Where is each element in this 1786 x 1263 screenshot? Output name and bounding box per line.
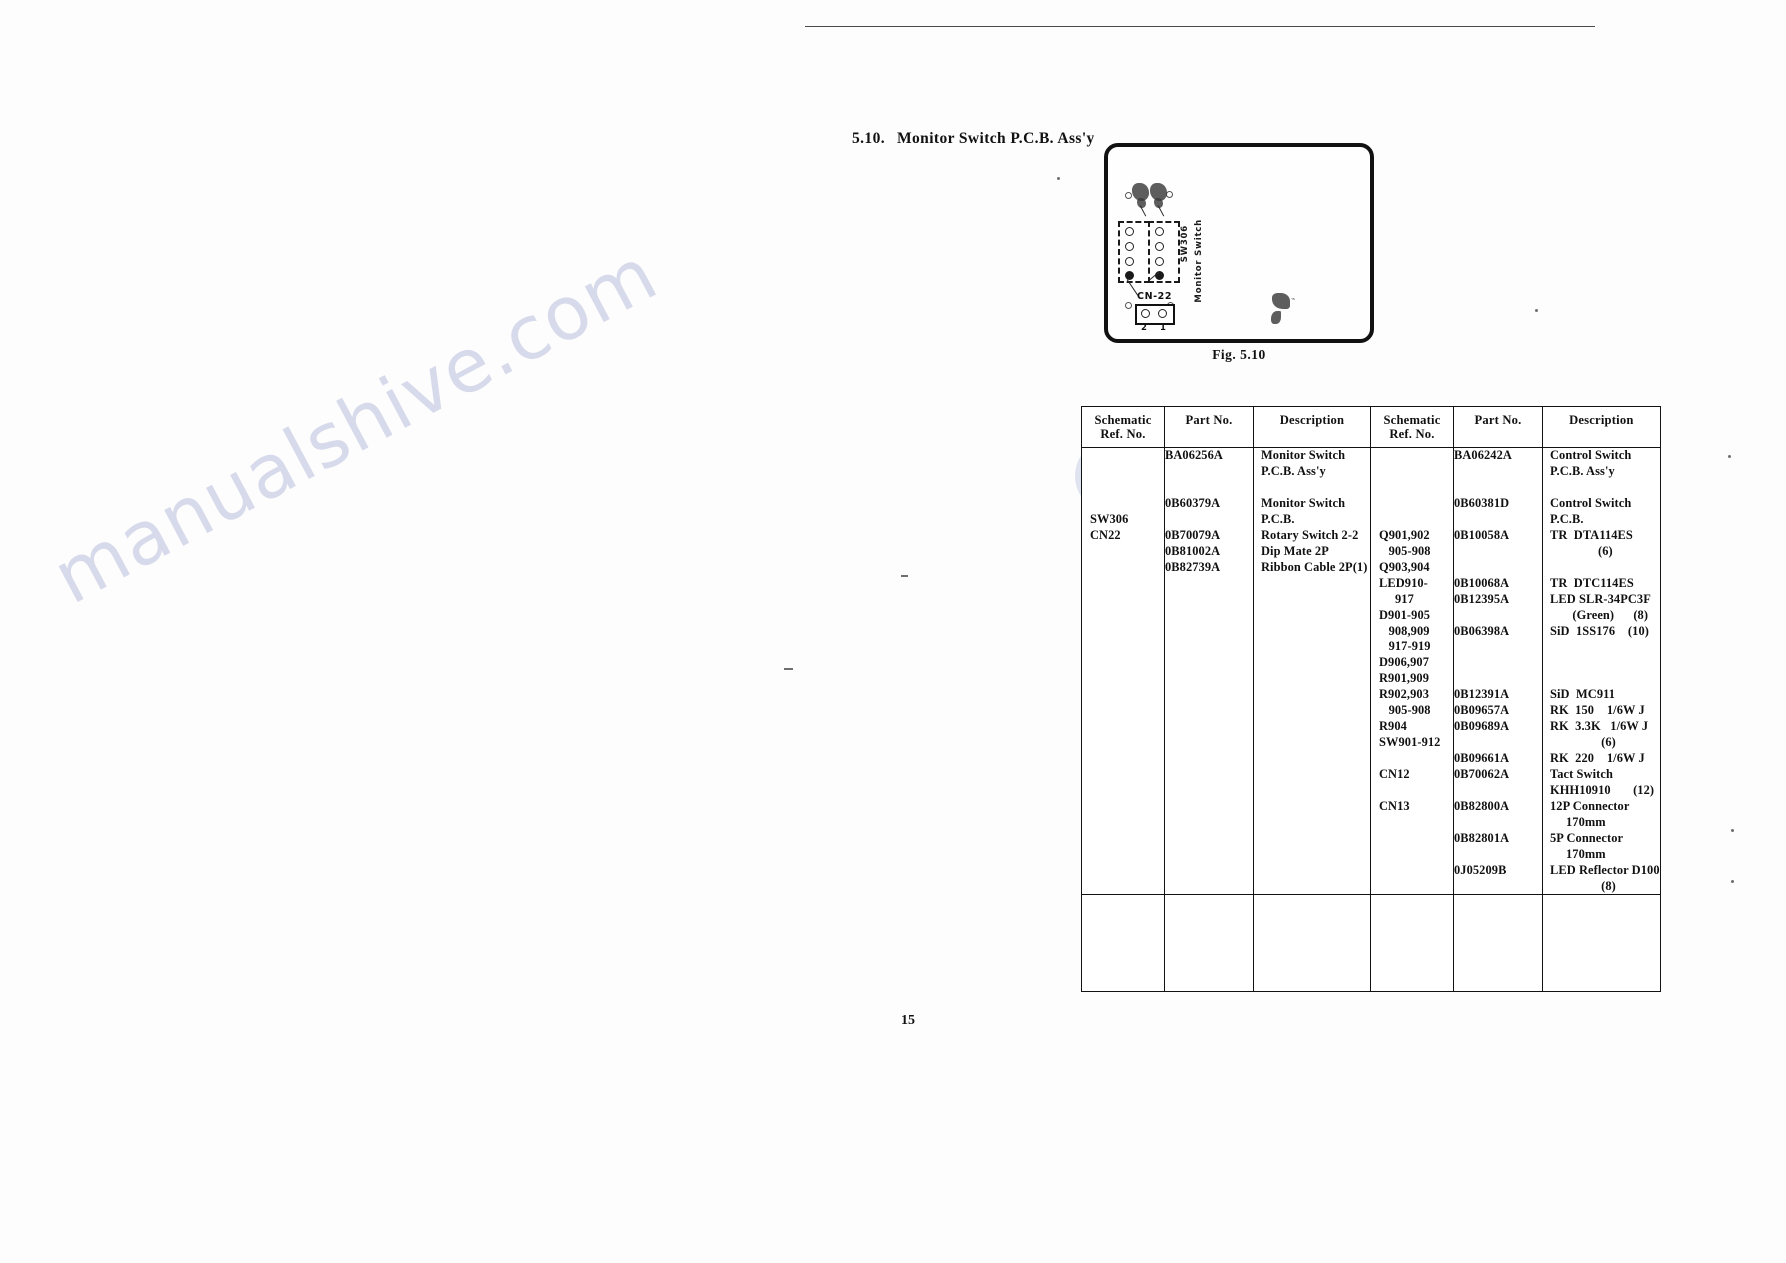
scan-speck (1731, 829, 1734, 832)
switch-block-right (1148, 221, 1180, 283)
board-logo-mark (1272, 293, 1290, 309)
cell-schematic-ref-right: Q901,902 905-908 Q903,904 LED910- 917 D9… (1370, 447, 1454, 896)
cell-description-right: Control Switch P.C.B. Ass'y Control Swit… (1542, 447, 1661, 896)
connector-pin-pad (1141, 309, 1150, 318)
page-number-value: 15 (901, 1013, 915, 1028)
section-heading: 5.10. Monitor Switch P.C.B. Ass'y (852, 130, 1095, 148)
page-number: 15 (0, 1013, 1786, 1029)
column-header-part-no-right: Part No. (1453, 405, 1543, 449)
header-rule (805, 26, 1595, 27)
connector-label: CN-22 (1137, 291, 1173, 302)
table-spacer-row (1081, 894, 1661, 993)
column-header-description-left: Description (1253, 405, 1371, 449)
cell-description-left: Monitor Switch P.C.B. Ass'y Monitor Swit… (1253, 447, 1371, 896)
spacer-cell (1081, 894, 1165, 993)
cell-schematic-ref-left: SW306 CN22 (1081, 447, 1165, 896)
switch-ref-label: SW306 (1180, 225, 1190, 263)
spacer-cell (1370, 894, 1454, 993)
switch-pad (1125, 227, 1134, 236)
column-header-part-no-left: Part No. (1164, 405, 1254, 449)
mounting-hole (1125, 192, 1132, 199)
cell-part-no-left: BA06256A 0B60379A 0B70079A 0B81002A 0B82… (1164, 447, 1254, 896)
parts-table-head: Schematic Ref. No. Part No. Description … (1081, 405, 1661, 449)
scan-speck (784, 668, 793, 670)
spacer-cell (1542, 894, 1661, 993)
switch-pad (1155, 242, 1164, 251)
column-header-schematic-ref-left: Schematic Ref. No. (1081, 405, 1165, 449)
pcb-components: SW306 Monitor Switch CN-22 2 1 ⌁ (1104, 143, 1374, 343)
scan-speck (1535, 309, 1538, 312)
cell-part-no-right: BA06242A 0B60381D 0B10058A 0B10068A 0B12… (1453, 447, 1543, 896)
switch-block-left (1118, 221, 1150, 283)
section-title: Monitor Switch P.C.B. Ass'y (897, 130, 1095, 147)
connector-pin-pad (1158, 309, 1167, 318)
section-number: 5.10. (852, 130, 885, 147)
scan-speck (901, 575, 908, 577)
parts-table: Schematic Ref. No. Part No. Description … (1081, 405, 1661, 993)
connector-pin-2-label: 2 (1141, 323, 1147, 333)
switch-pad (1155, 257, 1164, 266)
scan-speck (1728, 455, 1731, 458)
switch-pad (1125, 242, 1134, 251)
connector-pin-1-label: 1 (1160, 323, 1166, 333)
column-header-description-right: Description (1542, 405, 1661, 449)
figure-caption: Fig. 5.10 (1212, 347, 1266, 362)
spacer-cell (1164, 894, 1254, 993)
switch-pad (1155, 227, 1164, 236)
scan-speck (1731, 880, 1734, 883)
column-header-schematic-ref-right: Schematic Ref. No. (1370, 405, 1454, 449)
spacer-cell (1453, 894, 1543, 993)
board-logo-mark (1271, 311, 1281, 324)
switch-pad (1125, 257, 1134, 266)
table-row: SW306 CN22 BA06256A 0B60379A 0B70079A 0B… (1081, 447, 1661, 896)
board-logo-text: ⌁ (1291, 295, 1296, 303)
table-header-row: Schematic Ref. No. Part No. Description … (1081, 405, 1661, 449)
spacer-cell (1253, 894, 1371, 993)
pcb-figure: SW306 Monitor Switch CN-22 2 1 ⌁ (1104, 143, 1374, 343)
switch-name-label: Monitor Switch (1194, 219, 1204, 303)
mounting-hole (1166, 191, 1173, 198)
mounting-hole (1125, 302, 1132, 309)
parts-table-body: SW306 CN22 BA06256A 0B60379A 0B70079A 0B… (1081, 447, 1661, 993)
scan-speck (1057, 177, 1060, 180)
